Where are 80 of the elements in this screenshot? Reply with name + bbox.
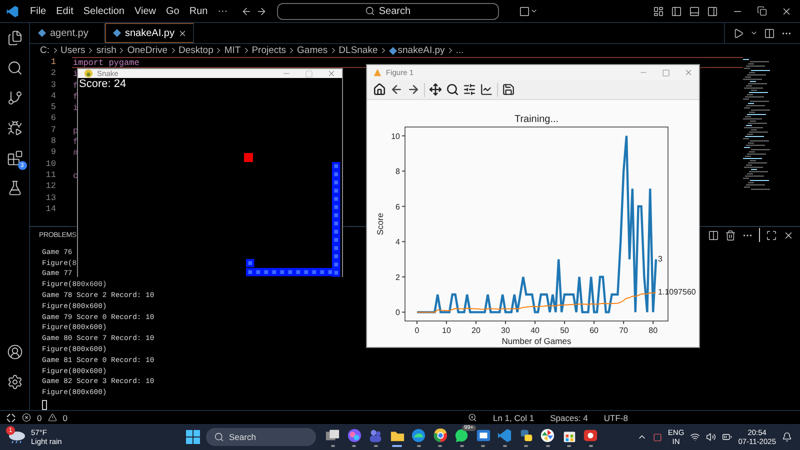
line-number: 1	[50, 57, 57, 68]
error-count[interactable]: 0	[37, 412, 42, 422]
x-tick: 10	[442, 320, 451, 335]
x-tick-label: 10	[442, 326, 452, 335]
line-number: 10	[44, 158, 57, 170]
y-tick-label: 0	[396, 308, 401, 318]
indentation-status[interactable]: Spaces: 4	[550, 412, 588, 422]
breadcrumb-item[interactable]: Desktop	[178, 45, 214, 56]
line-number: 5	[50, 102, 57, 114]
x-tick-label: 60	[590, 326, 600, 335]
encoding-status[interactable]: UTF-8	[604, 412, 628, 422]
cursor-position[interactable]: Ln 1, Col 1	[492, 412, 534, 422]
line-number: 3	[50, 80, 57, 91]
menu-item[interactable]: Edit	[51, 6, 78, 16]
breadcrumb-item[interactable]: Users	[60, 45, 86, 56]
line-number: 2	[50, 68, 57, 80]
y-tick-label: 6	[396, 202, 401, 212]
y-tick-label: 2	[396, 272, 401, 282]
y-tick-label: 10	[391, 132, 401, 141]
breadcrumb-item[interactable]: Games	[297, 45, 328, 56]
x-tick: 50	[560, 320, 569, 335]
line-number: 12	[44, 181, 57, 193]
y-tick-label: 8	[396, 167, 401, 176]
point-annotation: 3	[658, 254, 662, 264]
editor-tab[interactable]: snakeAI.py	[105, 23, 194, 43]
menu-item[interactable]: File	[25, 6, 52, 16]
chart-title: Training...	[514, 114, 559, 125]
menu-item[interactable]: Go	[161, 6, 184, 16]
code-line: import pygame	[73, 58, 140, 68]
breadcrumb-item[interactable]: OneDrive	[127, 45, 168, 56]
x-tick-label: 80	[648, 326, 658, 335]
editor-tab[interactable]: agent.py	[30, 23, 105, 43]
menu-item[interactable]: ···	[212, 6, 233, 16]
line-number: 7	[50, 124, 57, 136]
x-tick-label: 70	[619, 326, 629, 335]
code-line: i	[73, 69, 78, 80]
line-number: 6	[50, 113, 57, 125]
breadcrumb-item[interactable]: DLSnake	[338, 45, 378, 56]
line-number: 13	[44, 192, 57, 204]
line-number: 9	[50, 147, 57, 159]
menu-item[interactable]: View	[130, 6, 161, 16]
y-tick-label: 4	[396, 238, 401, 247]
line-number: 11	[44, 170, 57, 182]
x-tick-label: 30	[501, 326, 511, 335]
line-number: 8	[50, 136, 57, 148]
x-tick: 70	[619, 320, 628, 335]
x-tick: 20	[472, 320, 480, 335]
x-tick-label: 50	[560, 326, 570, 335]
x-tick-label: 40	[530, 326, 540, 335]
y-tick: 0	[396, 308, 406, 318]
command-search-field[interactable]: Search	[276, 2, 499, 20]
line-number: 14	[44, 204, 57, 216]
warning-count[interactable]: 0	[62, 412, 68, 422]
x-tick: 60	[590, 320, 598, 335]
breadcrumb-item[interactable]: MIT	[224, 45, 241, 56]
x-tick: 40	[530, 320, 540, 335]
y-tick: 10	[391, 132, 406, 141]
score-label: Score: 24	[79, 78, 126, 90]
x-tick: 80	[648, 320, 658, 335]
breadcrumb-item[interactable]: C:	[40, 45, 50, 56]
breadcrumb-item[interactable]: snakeAI.py	[398, 45, 445, 56]
taskbar-search-field[interactable]: Search	[206, 428, 316, 446]
code-line: #	[73, 148, 78, 158]
y-axis-label: Score	[375, 212, 385, 236]
menu-item[interactable]: Run	[184, 6, 213, 16]
menu-item[interactable]: Selection	[78, 6, 130, 16]
y-tick: 8	[396, 167, 406, 176]
x-tick: 30	[501, 320, 510, 335]
y-tick: 2	[396, 272, 406, 282]
x-tick-label: 20	[472, 326, 481, 335]
x-tick-label: 0	[414, 326, 420, 335]
x-tick: 0	[414, 320, 420, 335]
code-line: i	[73, 103, 78, 114]
y-tick: 4	[396, 238, 406, 247]
breadcrumb-item[interactable]: srish	[96, 45, 116, 56]
y-tick: 6	[396, 202, 406, 212]
x-axis-label: Number of Games	[502, 336, 572, 346]
breadcrumb-item[interactable]: Projects	[252, 45, 286, 56]
line-number: 4	[50, 90, 57, 102]
breadcrumb-item[interactable]: ...	[456, 45, 464, 56]
